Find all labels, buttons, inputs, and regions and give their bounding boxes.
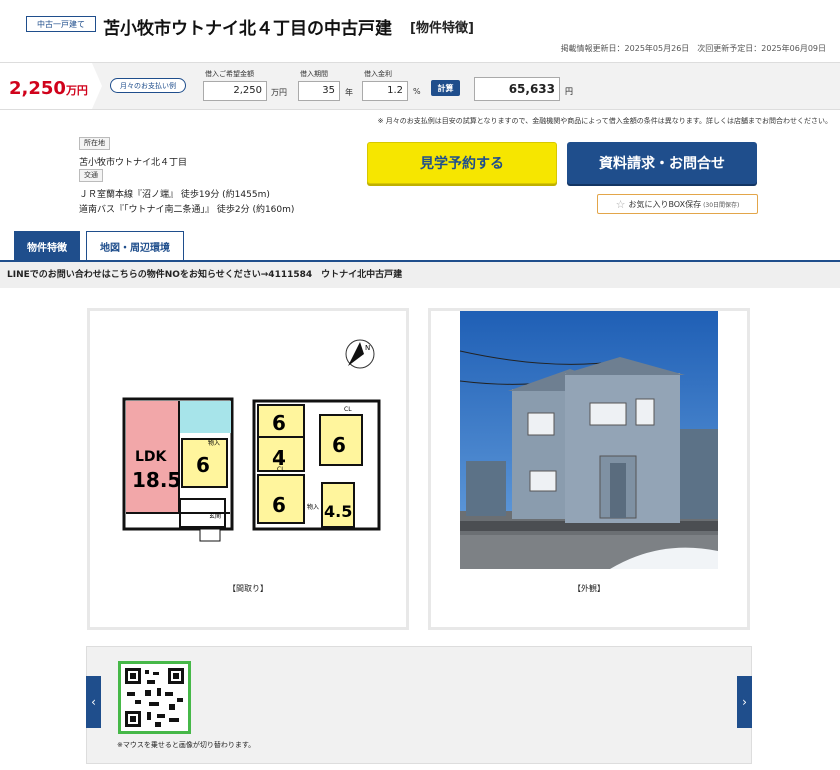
monthly-result-unit: 円 <box>565 87 573 96</box>
price: 2,250万円 <box>9 78 88 99</box>
qr-code-thumbnail[interactable] <box>118 661 191 734</box>
qr-code-icon <box>121 664 188 731</box>
monthly-result: 65,633 <box>474 77 560 101</box>
thumbnail-hover-note: ※マウスを乗せると画像が切り替わります。 <box>117 741 256 749</box>
favorite-save-button[interactable]: ☆ お気に入りBOX保存 (30日間保存) <box>597 194 758 214</box>
price-arrow <box>92 63 102 109</box>
loan-rate-input[interactable]: 1.2 <box>362 81 408 101</box>
entrance-label: 玄関 <box>209 512 221 520</box>
thumb-prev-button[interactable]: ‹ <box>86 676 101 728</box>
line-notice: LINEでのお問い合わせはこちらの物件NOをお知らせください→4111584 ウ… <box>0 262 840 288</box>
price-bar: 2,250万円 月々のお支払い例 借入ご希望金額 2,250 万円 借入期間 3… <box>0 62 840 110</box>
address-text: 苫小牧市ウトナイ北４丁目 <box>79 158 188 168</box>
chevron-right-icon: › <box>742 695 747 709</box>
price-unit: 万円 <box>65 84 88 97</box>
visit-reservation-button[interactable]: 見学予約する <box>367 142 557 184</box>
price-amount: 2,250 <box>9 78 66 99</box>
calculate-button[interactable]: 計算 <box>431 80 460 96</box>
tab-map[interactable]: 地図・周辺環境 <box>86 231 184 261</box>
closet-label-1: CL <box>344 406 352 413</box>
loan-period-label: 借入期間 <box>300 70 328 78</box>
storage-label-2: 物入 <box>307 503 319 511</box>
monthly-payment-pill: 月々のお支払い例 <box>110 78 186 93</box>
floorplan-card[interactable]: N LDK 18.5 6 物入 玄関 6 4 6 6 4.5 CL CL 物入 … <box>87 308 409 630</box>
tab-features[interactable]: 物件特徴 <box>14 231 80 261</box>
price-box: 2,250万円 <box>0 63 92 109</box>
loan-amount-label: 借入ご希望金額 <box>205 70 254 78</box>
room-a: 6 <box>196 453 210 477</box>
exterior-card[interactable]: 【外観】 <box>428 308 750 630</box>
page-title: 苫小牧市ウトナイ北４丁目の中古戸建 <box>103 19 392 39</box>
transport-tag: 交通 <box>79 169 103 182</box>
loan-rate-unit: % <box>413 87 421 96</box>
inquiry-button[interactable]: 資料請求・お問合せ <box>567 142 757 184</box>
floorplan-image: N LDK 18.5 6 物入 玄関 6 4 6 6 4.5 CL CL 物入 <box>122 339 381 542</box>
favorite-label: お気に入りBOX保存 <box>628 199 702 209</box>
compass-icon: N <box>345 339 375 369</box>
page-title-suffix: [物件特徴] <box>410 21 474 36</box>
closet-label-2: CL <box>277 466 285 473</box>
chevron-left-icon: ‹ <box>91 695 96 709</box>
page-header: 中古一戸建て 苫小牧市ウトナイ北４丁目の中古戸建 [物件特徴] 掲載情報更新日：… <box>0 0 840 62</box>
storage-label-1: 物入 <box>208 439 220 447</box>
room-f: 4.5 <box>324 502 352 521</box>
loan-period-unit: 年 <box>345 88 353 97</box>
transport-line-1: ＪＲ室蘭本線『沼ノ端』 徒歩19分 (約1455m) <box>79 190 270 200</box>
ldk-label: LDK <box>135 449 168 465</box>
room-e: 6 <box>332 433 346 457</box>
loan-amount-input[interactable]: 2,250 <box>203 81 267 101</box>
loan-amount-unit: 万円 <box>271 88 287 97</box>
floorplan-caption: 【間取り】 <box>228 584 268 593</box>
thumb-next-button[interactable]: › <box>737 676 752 728</box>
favorite-note: (30日間保存) <box>703 201 740 209</box>
loan-rate-label: 借入金利 <box>364 70 392 78</box>
property-type-badge: 中古一戸建て <box>26 16 96 32</box>
north-label: N <box>365 344 370 352</box>
loan-disclaimer: ※ 月々のお支払例は目安の試算となりますので、金融機関や商品によって借入金額の条… <box>377 117 832 125</box>
exterior-photo <box>460 311 718 569</box>
ldk-size: 18.5 <box>132 468 181 492</box>
exterior-caption: 【外観】 <box>573 584 605 593</box>
room-b: 6 <box>272 411 286 435</box>
star-icon: ☆ <box>615 197 626 211</box>
room-d: 6 <box>272 493 286 517</box>
transport-line-2: 道南バス『「ウトナイ南二条通」』 徒歩2分 (約160m) <box>79 205 295 215</box>
loan-period-input[interactable]: 35 <box>298 81 340 101</box>
update-dates: 掲載情報更新日：2025年05月26日 次回更新予定日：2025年06月09日 <box>560 44 826 53</box>
address-tag: 所在地 <box>79 137 110 150</box>
